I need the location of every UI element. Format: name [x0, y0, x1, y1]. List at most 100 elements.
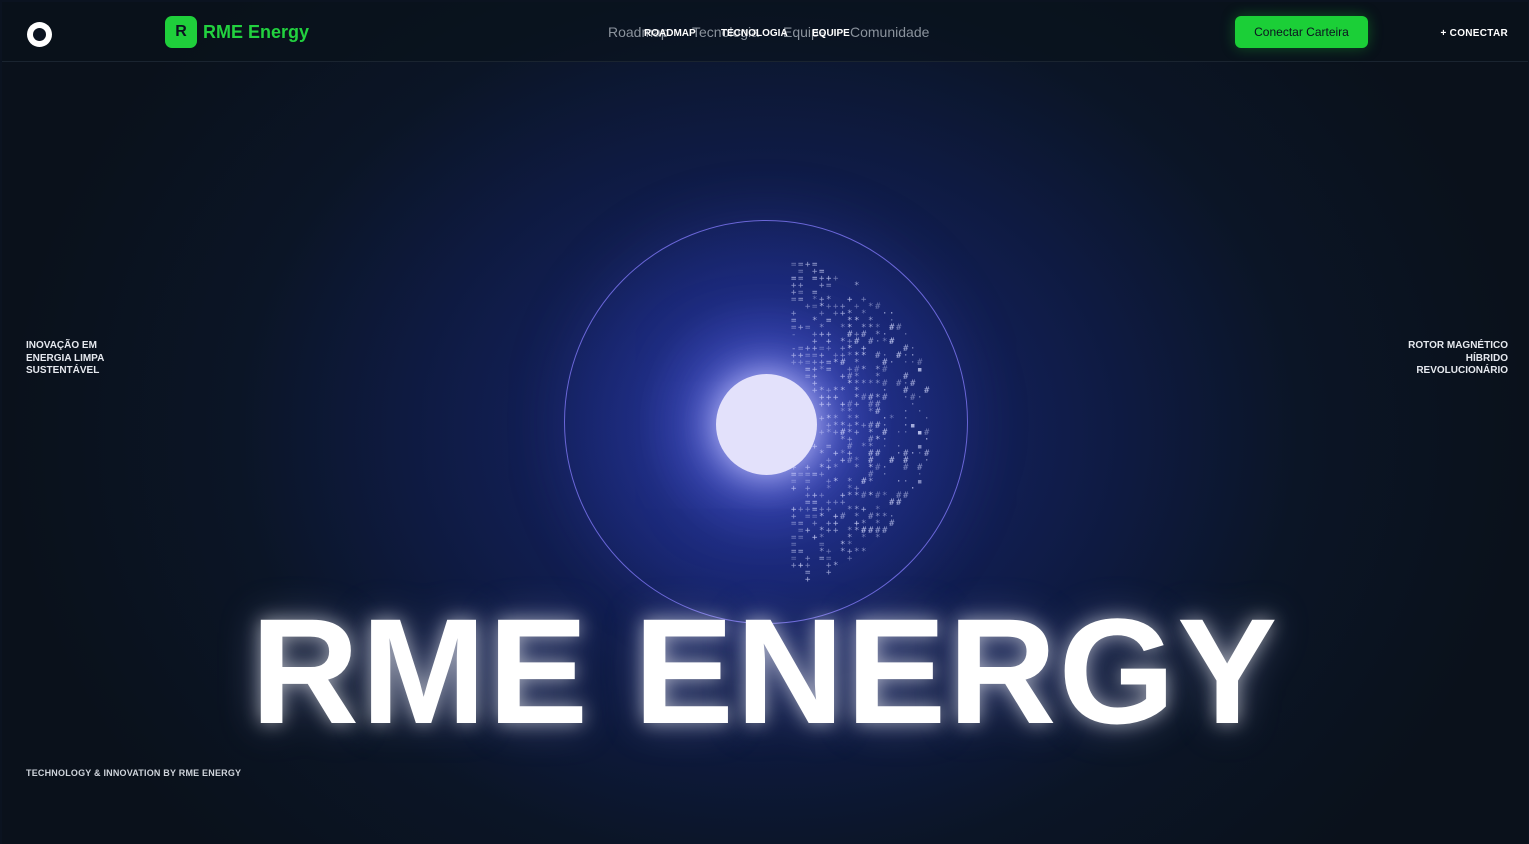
ascii-particle: #: [882, 365, 888, 375]
ascii-particle: *: [840, 407, 845, 417]
ascii-particle: #: [861, 491, 867, 501]
ascii-particle: +: [798, 505, 804, 515]
ascii-particle: *: [840, 386, 845, 396]
ascii-particle: *: [854, 463, 859, 473]
ascii-particle: #: [875, 449, 881, 459]
ascii-particle: +: [812, 533, 818, 543]
ascii-particle: +: [826, 568, 832, 578]
ascii-particle: *: [868, 491, 873, 501]
ascii-particle: +: [819, 309, 825, 319]
ascii-particle: #: [882, 393, 888, 403]
ascii-particle: +: [819, 330, 825, 340]
page: R RME Energy Roadmap Tecnologia Equipe C…: [2, 2, 1528, 844]
ascii-particle: +: [798, 561, 804, 571]
ascii-particle: +: [791, 484, 797, 494]
ascii-particle: +: [819, 428, 825, 438]
ascii-particle: +: [805, 526, 811, 536]
ascii-particle: +: [826, 463, 832, 473]
ascii-particle: +: [826, 526, 832, 536]
ascii-particle: ·: [896, 428, 901, 438]
ascii-particle: #: [889, 519, 895, 529]
ascii-particle: ·: [903, 477, 908, 487]
ascii-particle: +: [798, 323, 804, 333]
ascii-particle: *: [847, 491, 852, 501]
ascii-particle: *: [868, 323, 873, 333]
energy-orb-icon: [716, 374, 817, 475]
ascii-particle: +: [805, 575, 811, 585]
ascii-particle: +: [833, 393, 839, 403]
ascii-particle: ·: [917, 449, 922, 459]
ascii-particle: ·: [924, 456, 929, 466]
ascii-particle: ·: [903, 393, 908, 403]
ascii-particle: +: [805, 260, 811, 270]
ascii-particle: #: [875, 491, 881, 501]
ascii-particle: +: [819, 281, 825, 291]
ascii-particle: ·: [910, 358, 915, 368]
ascii-particle: *: [882, 491, 887, 501]
ascii-particle: =: [805, 512, 811, 522]
ascii-particle: ·: [882, 470, 887, 480]
ascii-particle: #: [875, 302, 881, 312]
ascii-particle: =: [798, 547, 804, 557]
ascii-particle: +: [791, 358, 797, 368]
ascii-particle: *: [840, 323, 845, 333]
ascii-particle: =: [798, 533, 804, 543]
ascii-particle: ·: [882, 309, 887, 319]
ascii-particle: +: [826, 302, 832, 312]
ascii-particle: *: [854, 526, 859, 536]
ascii-particle: ·: [924, 414, 929, 424]
ascii-particle: =: [826, 365, 832, 375]
ascii-particle: =: [791, 519, 797, 529]
ascii-particle: =: [812, 470, 818, 480]
ascii-particle: *: [819, 365, 824, 375]
ascii-particle: *: [840, 547, 845, 557]
ascii-particle: *: [861, 365, 866, 375]
ascii-particle: #: [882, 526, 888, 536]
ascii-particle: +: [819, 414, 825, 424]
ascii-particle: ·: [910, 484, 915, 494]
ascii-particle: +: [861, 421, 867, 431]
ascii-particle: ·: [910, 449, 915, 459]
ascii-particle: *: [826, 484, 831, 494]
ascii-particle: *: [847, 505, 852, 515]
ascii-particle: *: [833, 358, 838, 368]
ascii-particle: +: [840, 309, 846, 319]
ascii-particle: #: [840, 512, 846, 522]
ascii-particle: *: [826, 428, 831, 438]
ascii-particle: *: [868, 407, 873, 417]
ascii-particle: *: [812, 316, 817, 326]
ascii-particle: *: [847, 351, 852, 361]
ascii-particle: #: [875, 421, 881, 431]
ascii-particle: =: [826, 442, 832, 452]
ascii-particle: +: [826, 344, 832, 354]
ascii-particle: +: [833, 526, 839, 536]
ascii-particle: +: [833, 449, 839, 459]
ascii-particle: +: [826, 505, 832, 515]
ascii-particle: #: [896, 379, 902, 389]
ascii-particle: +: [833, 309, 839, 319]
ascii-particle: +: [805, 302, 811, 312]
ascii-particle: #: [868, 337, 874, 347]
ascii-particle: #: [868, 512, 874, 522]
ascii-particle: ·: [903, 428, 908, 438]
ascii-particle: ·: [903, 358, 908, 368]
ascii-particle: #: [840, 358, 846, 368]
ascii-particle: +: [833, 274, 839, 284]
ascii-particle: +: [833, 498, 839, 508]
ascii-particle: +: [854, 428, 860, 438]
ascii-particle: =: [819, 554, 825, 564]
ascii-particle: =: [805, 323, 811, 333]
ascii-particle: *: [833, 477, 838, 487]
ascii-particle: *: [840, 435, 845, 445]
ascii-particle: *: [868, 379, 873, 389]
ascii-particle: +: [819, 491, 825, 501]
ascii-particle: *: [833, 561, 838, 571]
ascii-particle: *: [889, 414, 894, 424]
ascii-particle: ·: [903, 330, 908, 340]
ascii-particle: +: [861, 295, 867, 305]
ascii-particle: +: [798, 358, 804, 368]
ascii-particle: #: [889, 498, 895, 508]
ascii-particle: #: [924, 386, 930, 396]
ascii-particle: *: [854, 316, 859, 326]
ascii-particle: *: [861, 351, 866, 361]
